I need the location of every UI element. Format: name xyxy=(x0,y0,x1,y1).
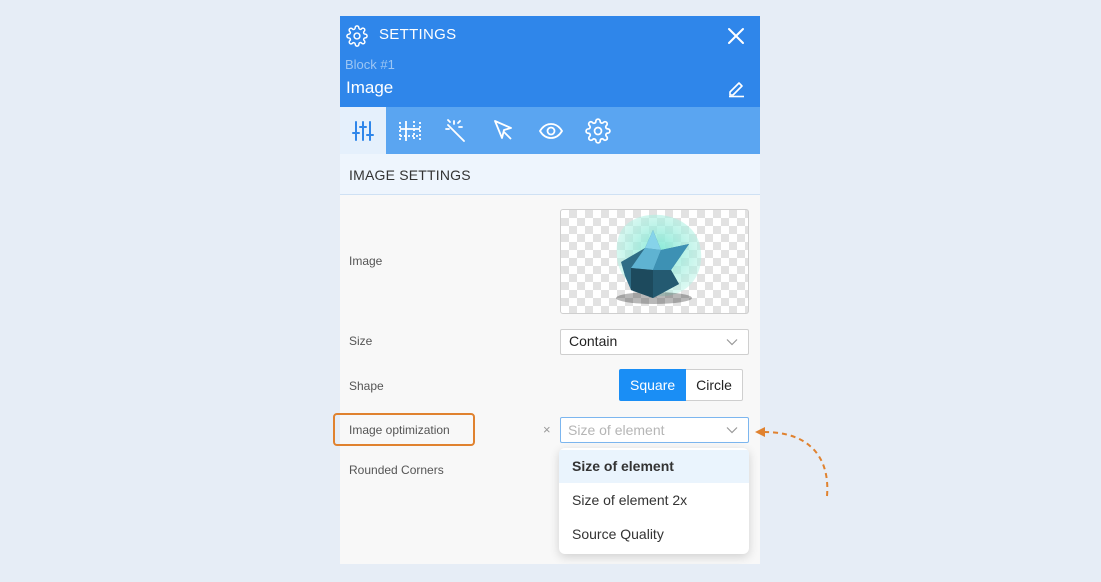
optimization-placeholder: Size of element xyxy=(568,422,665,438)
annotation-arrow xyxy=(755,427,829,497)
option-size-of-element-2x[interactable]: Size of element 2x xyxy=(559,483,749,517)
image-thumbnail xyxy=(616,214,702,304)
grid-icon xyxy=(399,120,421,141)
tab-layout[interactable] xyxy=(387,107,433,154)
cursor-icon xyxy=(494,119,512,140)
image-label: Image xyxy=(349,254,383,268)
rounded-corners-label: Rounded Corners xyxy=(349,463,444,477)
tab-interaction[interactable] xyxy=(480,107,526,154)
tool-tabs xyxy=(340,107,760,154)
section-title: IMAGE SETTINGS xyxy=(340,154,760,195)
shape-square-button[interactable]: Square xyxy=(619,369,687,401)
sliders-icon xyxy=(352,120,374,141)
option-source-quality[interactable]: Source Quality xyxy=(559,517,749,551)
settings-panel: SETTINGS Block #1 Image IMAGE SETTINGS I… xyxy=(340,16,760,564)
image-picker[interactable] xyxy=(560,209,749,314)
tab-visibility[interactable] xyxy=(528,107,574,154)
shape-circle-button[interactable]: Circle xyxy=(686,369,743,401)
panel-header: SETTINGS Block #1 Image xyxy=(340,16,760,107)
close-icon[interactable] xyxy=(726,26,746,46)
chevron-down-icon xyxy=(726,339,738,346)
tab-general[interactable] xyxy=(340,107,386,154)
size-select[interactable]: Contain xyxy=(560,329,749,355)
gear-icon xyxy=(346,25,368,47)
shape-label: Shape xyxy=(349,379,384,393)
magic-wand-icon xyxy=(445,118,465,142)
shape-toggle: Square Circle xyxy=(619,369,743,401)
pencil-icon[interactable] xyxy=(726,78,746,98)
optimization-select[interactable]: Size of element xyxy=(560,417,749,443)
size-value: Contain xyxy=(569,333,618,349)
option-size-of-element[interactable]: Size of element xyxy=(559,450,749,483)
panel-title: SETTINGS xyxy=(379,26,457,43)
block-label: Block #1 xyxy=(345,57,395,72)
clear-icon[interactable]: × xyxy=(543,422,551,437)
size-label: Size xyxy=(349,334,373,348)
gear-icon xyxy=(585,117,611,144)
eye-icon xyxy=(538,122,564,139)
block-name: Image xyxy=(346,78,394,97)
chevron-down-icon xyxy=(726,427,738,434)
annotation-highlight xyxy=(333,413,475,446)
optimization-dropdown: Size of element Size of element 2x Sourc… xyxy=(559,448,749,554)
tab-advanced[interactable] xyxy=(575,107,621,154)
tab-effects[interactable] xyxy=(433,107,479,154)
